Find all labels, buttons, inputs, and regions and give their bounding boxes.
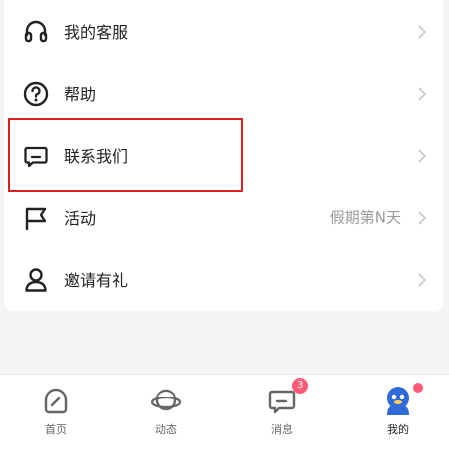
tab-home[interactable]: 首页	[0, 375, 112, 453]
menu-label: 帮助	[64, 85, 97, 104]
notification-dot	[413, 383, 423, 393]
menu-item-contact-us[interactable]: 联系我们	[4, 124, 443, 186]
menu-card: 我的客服 帮助 联系我们 活动 假期第N天 邀请有礼	[4, 0, 443, 311]
tab-label: 消息	[271, 423, 293, 436]
tab-label: 我的	[387, 423, 409, 436]
flag-icon	[22, 204, 50, 232]
tab-label: 首页	[45, 423, 67, 436]
tab-moments[interactable]: 动态	[110, 375, 222, 453]
chevron-right-icon	[417, 272, 427, 287]
chevron-right-icon	[417, 24, 427, 39]
message-icon	[22, 142, 50, 170]
menu-item-help[interactable]: 帮助	[4, 62, 443, 124]
message-badge: 3	[292, 378, 308, 394]
headset-icon	[22, 18, 50, 46]
home-icon	[40, 385, 72, 417]
tab-label: 动态	[155, 423, 177, 436]
menu-item-invite[interactable]: 邀请有礼	[4, 248, 443, 310]
activity-value: 假期第N天	[329, 208, 401, 227]
chevron-right-icon	[417, 86, 427, 101]
bottom-tab-bar: 首页 动态 消息 我的	[0, 374, 449, 453]
menu-label: 我的客服	[64, 23, 129, 42]
tab-me[interactable]: 我的	[342, 375, 449, 453]
chevron-right-icon	[417, 210, 427, 225]
menu-label: 联系我们	[64, 147, 129, 166]
help-circle-icon	[22, 80, 50, 108]
menu-item-activity[interactable]: 活动 假期第N天	[4, 186, 443, 248]
user-invite-icon	[22, 266, 50, 294]
menu-item-customer-service[interactable]: 我的客服	[4, 0, 443, 62]
menu-label: 活动	[64, 209, 97, 228]
tab-messages[interactable]: 消息	[226, 375, 338, 453]
chevron-right-icon	[417, 148, 427, 163]
avatar-icon	[382, 385, 414, 417]
planet-icon	[150, 385, 182, 417]
menu-label: 邀请有礼	[64, 271, 129, 290]
